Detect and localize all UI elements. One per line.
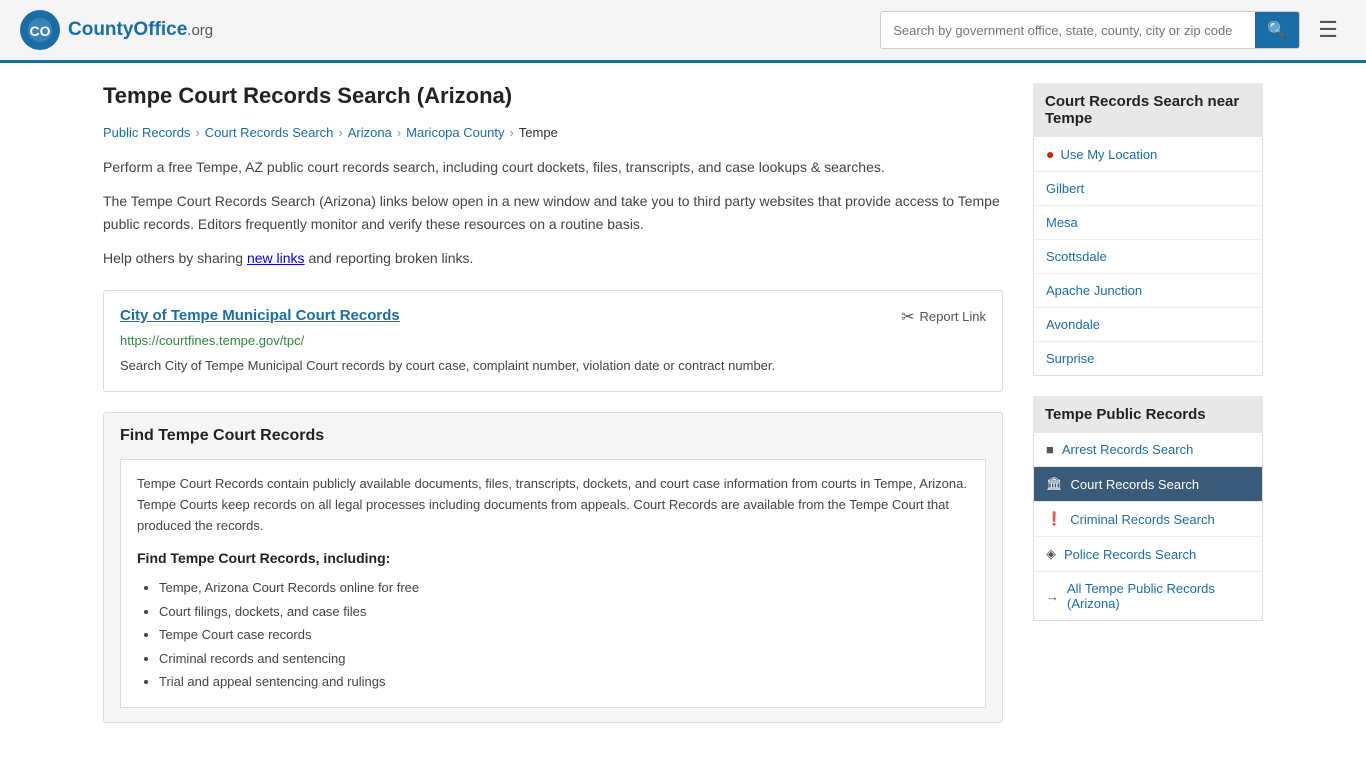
police-records-icon: ◈ [1046,546,1056,562]
breadcrumb-arizona[interactable]: Arizona [348,125,392,140]
court-records-link[interactable]: Court Records Search [1071,477,1200,492]
scissors-icon: ✂ [901,307,914,327]
sidebar-nearby-section: Court Records Search near Tempe ● Use My… [1033,83,1263,376]
apache-junction-link[interactable]: Apache Junction [1046,283,1142,298]
surprise-link[interactable]: Surprise [1046,351,1094,366]
new-links[interactable]: new links [247,250,305,266]
all-records-icon: → [1046,589,1059,604]
svg-text:CO: CO [30,23,51,39]
police-records-link[interactable]: Police Records Search [1064,547,1196,562]
content-area: Tempe Court Records Search (Arizona) Pub… [103,83,1003,723]
search-bar: 🔍 [880,11,1300,49]
list-item: Trial and appeal sentencing and rulings [159,670,969,693]
arrest-records-link[interactable]: Arrest Records Search [1062,442,1194,457]
avondale-link[interactable]: Avondale [1046,317,1100,332]
description-3-suffix: and reporting broken links. [305,250,474,266]
sidebar-public-records-list: ■ Arrest Records Search 🏛 Court Records … [1033,433,1263,621]
breadcrumb-court-records[interactable]: Court Records Search [205,125,334,140]
court-records-icon: 🏛 [1046,476,1063,492]
all-public-records-link[interactable]: All Tempe Public Records (Arizona) [1067,581,1250,611]
link-card-description: Search City of Tempe Municipal Court rec… [120,356,986,376]
search-input[interactable] [881,15,1255,46]
scottsdale-link[interactable]: Scottsdale [1046,249,1107,264]
location-dot-icon: ● [1046,146,1054,162]
sidebar-item-mesa[interactable]: Mesa [1034,206,1262,240]
sidebar-public-records-section: Tempe Public Records ■ Arrest Records Se… [1033,396,1263,621]
header-right: 🔍 ☰ [880,11,1346,49]
arrest-records-icon: ■ [1046,442,1054,457]
find-section-subtitle: Find Tempe Court Records, including: [137,550,969,566]
sidebar-item-apache-junction[interactable]: Apache Junction [1034,274,1262,308]
use-my-location-link[interactable]: Use My Location [1060,147,1157,162]
list-item: Criminal records and sentencing [159,647,969,670]
page-title: Tempe Court Records Search (Arizona) [103,83,1003,109]
sidebar-item-avondale[interactable]: Avondale [1034,308,1262,342]
sidebar-item-all-public-records[interactable]: → All Tempe Public Records (Arizona) [1034,572,1262,620]
criminal-records-link[interactable]: Criminal Records Search [1070,512,1215,527]
find-section: Find Tempe Court Records Tempe Court Rec… [103,412,1003,723]
list-item: Tempe, Arizona Court Records online for … [159,576,969,599]
breadcrumb-sep-2: › [338,125,342,140]
mesa-link[interactable]: Mesa [1046,215,1078,230]
breadcrumb-sep-1: › [195,125,199,140]
breadcrumb-public-records[interactable]: Public Records [103,125,190,140]
header: CO CountyOffice.org 🔍 ☰ [0,0,1366,63]
breadcrumb-maricopa[interactable]: Maricopa County [406,125,504,140]
list-item: Court filings, dockets, and case files [159,600,969,623]
use-my-location-item[interactable]: ● Use My Location [1034,137,1262,172]
search-button[interactable]: 🔍 [1255,12,1299,48]
link-card: City of Tempe Municipal Court Records ✂ … [103,290,1003,393]
sidebar-nearby-title: Court Records Search near Tempe [1033,83,1263,137]
logo-area[interactable]: CO CountyOffice.org [20,10,213,50]
sidebar-item-surprise[interactable]: Surprise [1034,342,1262,375]
criminal-records-icon: ❗ [1046,511,1062,527]
find-section-list: Tempe, Arizona Court Records online for … [137,576,969,693]
link-card-header: City of Tempe Municipal Court Records ✂ … [120,307,986,327]
breadcrumb: Public Records › Court Records Search › … [103,125,1003,140]
find-section-title: Find Tempe Court Records [120,427,986,445]
logo-icon: CO [20,10,60,50]
report-link-button[interactable]: ✂ Report Link [901,307,986,327]
find-section-text: Tempe Court Records contain publicly ava… [137,474,969,536]
sidebar-nearby-list: ● Use My Location Gilbert Mesa Scottsdal… [1033,137,1263,376]
report-link-label: Report Link [920,309,986,324]
description-3-prefix: Help others by sharing [103,250,247,266]
list-item: Tempe Court case records [159,623,969,646]
link-card-url[interactable]: https://courtfines.tempe.gov/tpc/ [120,333,986,348]
sidebar: Court Records Search near Tempe ● Use My… [1033,83,1263,723]
sidebar-item-scottsdale[interactable]: Scottsdale [1034,240,1262,274]
description-1: Perform a free Tempe, AZ public court re… [103,156,1003,178]
main-container: Tempe Court Records Search (Arizona) Pub… [83,63,1283,743]
sidebar-item-gilbert[interactable]: Gilbert [1034,172,1262,206]
link-card-title[interactable]: City of Tempe Municipal Court Records [120,307,400,324]
menu-button[interactable]: ☰ [1310,13,1346,47]
breadcrumb-sep-4: › [509,125,513,140]
gilbert-link[interactable]: Gilbert [1046,181,1084,196]
breadcrumb-current: Tempe [519,125,558,140]
sidebar-item-criminal-records[interactable]: ❗ Criminal Records Search [1034,502,1262,537]
sidebar-public-records-title: Tempe Public Records [1033,396,1263,433]
description-2: The Tempe Court Records Search (Arizona)… [103,190,1003,235]
description-3: Help others by sharing new links and rep… [103,247,1003,269]
logo-text: CountyOffice.org [68,19,213,41]
sidebar-item-arrest-records[interactable]: ■ Arrest Records Search [1034,433,1262,467]
sidebar-item-court-records[interactable]: 🏛 Court Records Search [1034,467,1262,502]
breadcrumb-sep-3: › [397,125,401,140]
sidebar-item-police-records[interactable]: ◈ Police Records Search [1034,537,1262,572]
